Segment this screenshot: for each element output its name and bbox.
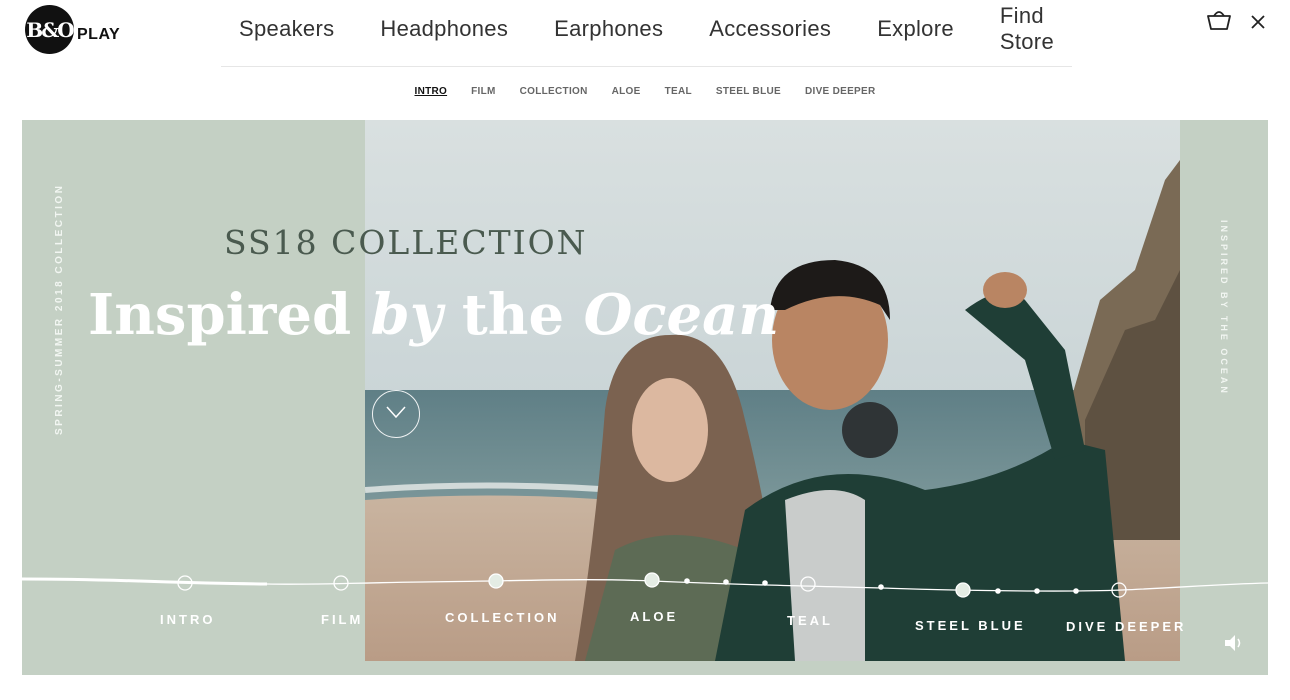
nav-speakers[interactable]: Speakers	[239, 16, 334, 42]
logo-mark: B&O	[25, 5, 75, 54]
section-nav: INTRO FILM COLLECTION ALOE TEAL STEEL BL…	[0, 86, 1290, 97]
collection-title: SS18 COLLECTION	[224, 223, 588, 262]
timeline-node[interactable]	[333, 575, 349, 591]
section-link-aloe[interactable]: ALOE	[612, 86, 641, 97]
nav-find-store[interactable]: Find Store	[1000, 3, 1054, 55]
chevron-down-icon	[386, 405, 406, 423]
close-icon[interactable]	[1248, 12, 1268, 32]
timeline-label-teal[interactable]: TEAL	[787, 613, 833, 628]
main-nav: Speakers Headphones Earphones Accessorie…	[221, 0, 1072, 67]
timeline-label-film[interactable]: FILM	[321, 612, 363, 627]
nav-earphones[interactable]: Earphones	[554, 16, 663, 42]
logo-text: PLAY	[77, 25, 121, 43]
section-link-dive-deeper[interactable]: DIVE DEEPER	[805, 86, 876, 97]
section-link-film[interactable]: FILM	[471, 86, 496, 97]
timeline-label-collection[interactable]: COLLECTION	[445, 610, 560, 625]
hero-headline: Inspired by the Ocean	[88, 282, 779, 348]
timeline-label-intro[interactable]: INTRO	[160, 612, 215, 627]
sound-icon[interactable]	[1223, 632, 1245, 654]
nav-explore[interactable]: Explore	[877, 16, 954, 42]
timeline-label-steel-blue[interactable]: STEEL BLUE	[915, 618, 1026, 633]
scroll-down-button[interactable]	[372, 390, 420, 438]
headline-word: by	[370, 282, 443, 348]
hero-section: SPRING-SUMMER 2018 COLLECTION INSPIRED B…	[22, 120, 1268, 675]
section-link-collection[interactable]: COLLECTION	[520, 86, 588, 97]
nav-accessories[interactable]: Accessories	[709, 16, 831, 42]
section-link-teal[interactable]: TEAL	[665, 86, 692, 97]
brand-logo[interactable]: B&O PLAY	[25, 5, 120, 54]
timeline-label-dive-deeper[interactable]: DIVE DEEPER	[1066, 619, 1186, 634]
nav-headphones[interactable]: Headphones	[380, 16, 508, 42]
timeline-node[interactable]	[177, 575, 193, 591]
hero-photo	[365, 120, 1180, 661]
headline-word: the	[461, 282, 565, 348]
section-link-intro[interactable]: INTRO	[414, 86, 447, 97]
section-link-steel-blue[interactable]: STEEL BLUE	[716, 86, 781, 97]
basket-icon[interactable]	[1206, 7, 1232, 31]
headline-word: Inspired	[88, 282, 352, 348]
headline-word: Ocean	[583, 282, 780, 348]
side-caption-left: SPRING-SUMMER 2018 COLLECTION	[54, 183, 65, 435]
side-caption-right: INSPIRED BY THE OCEAN	[1219, 220, 1229, 396]
timeline-label-aloe[interactable]: ALOE	[630, 609, 678, 624]
